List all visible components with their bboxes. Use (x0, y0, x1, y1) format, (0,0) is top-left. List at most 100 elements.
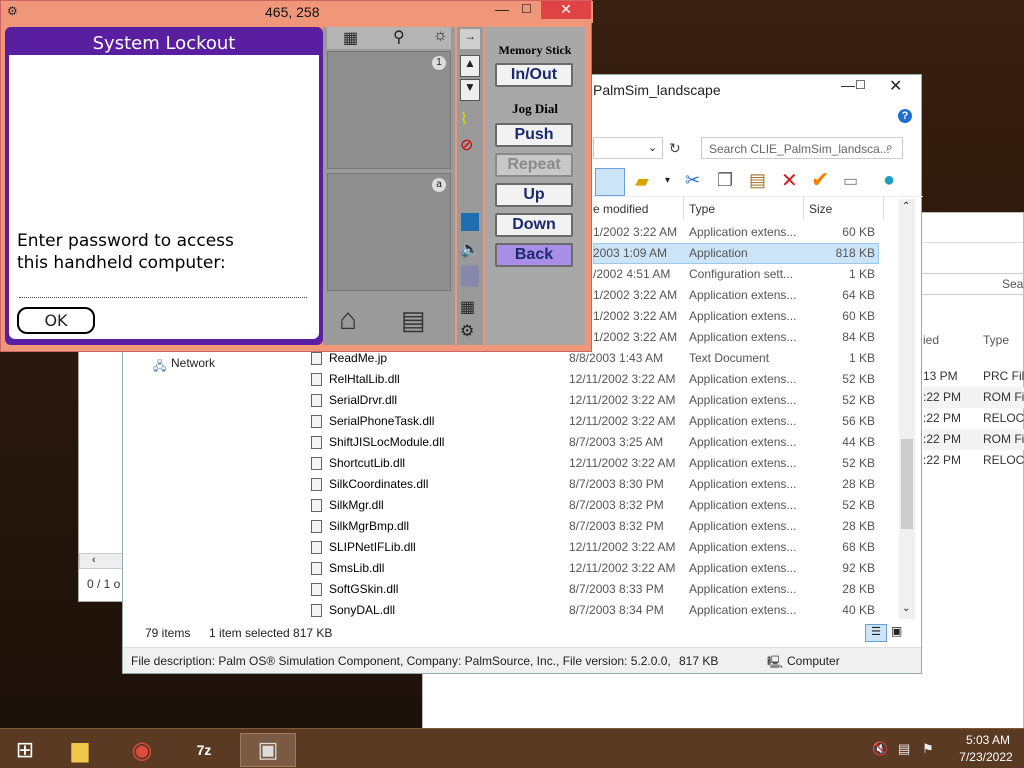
cell-name[interactable]: SonyDAL.dll (329, 600, 395, 621)
settings-icon[interactable]: ⚙ (460, 321, 474, 341)
table-row[interactable]: ShiftJISLocModule.dll 8/7/2003 3:25 AM App… (123, 432, 903, 453)
speaker-icon[interactable]: 🔈 (460, 239, 480, 259)
speaker-muted-icon[interactable]: 🔇 (872, 741, 888, 757)
paste-icon[interactable]: ▤ (749, 170, 766, 191)
search-input[interactable]: Search CLIE_PalmSim_landsca... ⌕ (701, 137, 903, 159)
home-icon[interactable]: ⌂ (339, 303, 357, 337)
cut-icon[interactable]: ✂ (685, 170, 700, 191)
cell-name[interactable]: SoftGSkin.dll (329, 579, 398, 600)
table-row[interactable]: :22 PM RELOC F (923, 450, 1024, 471)
maximize-icon[interactable]: ☐ (855, 78, 866, 92)
table-row[interactable]: SilkMgrBmp.dll 8/7/2003 8:32 PM Applicatio… (123, 516, 903, 537)
cell-name[interactable]: SilkCoordinates.dll (329, 474, 428, 495)
graffiti-numbers-area[interactable]: a (327, 173, 451, 291)
close-icon[interactable]: ✕ (889, 76, 902, 96)
view-pane-icon[interactable] (595, 168, 625, 196)
cell-name[interactable]: RelHtalLib.dll (329, 369, 400, 390)
file-explorer-icon[interactable]: ▆ (56, 733, 104, 767)
check-icon[interactable]: ✔ (811, 167, 829, 193)
table-row[interactable]: SilkMgr.dll 8/7/2003 8:32 PM Application e… (123, 495, 903, 516)
password-input[interactable] (19, 297, 307, 298)
rename-icon[interactable]: ▭ (843, 171, 858, 191)
scroll-left-icon[interactable]: ‹ (92, 554, 96, 566)
minimize-icon[interactable]: — (841, 77, 855, 93)
jog-icon[interactable]: ⌇ (460, 109, 468, 129)
grid-icon[interactable]: ▦ (460, 297, 475, 317)
minimize-icon[interactable]: — (495, 1, 509, 17)
calculator-icon[interactable]: ▦ (343, 28, 358, 48)
table-row[interactable]: SmsLib.dll 12/11/2002 3:22 AM Application … (123, 558, 903, 579)
in-out-button[interactable]: In/Out (495, 63, 573, 87)
clock-date[interactable]: 7/23/2022 (952, 750, 1020, 764)
clock-time[interactable]: 5:03 AM (956, 733, 1020, 747)
table-row[interactable]: :22 PM ROM Fil (923, 429, 1024, 450)
search-icon[interactable]: ⌕ (886, 140, 893, 155)
back-button[interactable]: Back (495, 243, 573, 267)
7zip-icon[interactable]: 7z (180, 733, 228, 767)
flag-icon[interactable]: ⚑ (922, 741, 934, 757)
network-status-icon[interactable]: ▤ (898, 741, 910, 757)
large-icons-view-icon[interactable]: ▣ (891, 624, 902, 638)
chevron-down-icon[interactable]: ⌄ (648, 141, 657, 154)
delete-icon[interactable]: ✕ (781, 168, 798, 193)
horizontal-scrollbar[interactable]: ‹ (79, 553, 123, 569)
refresh-icon[interactable]: ↻ (669, 140, 681, 157)
palm-sim-taskbar-icon[interactable]: ▣ (240, 733, 296, 767)
table-row[interactable]: 13 PM PRC File (923, 366, 1024, 387)
table-row[interactable]: ShortcutLib.dll 12/11/2002 3:22 AM Applica… (123, 453, 903, 474)
vertical-scrollbar[interactable]: ⌃ ⌄ (899, 199, 915, 619)
copy-icon[interactable]: ❐ (717, 170, 733, 191)
table-row[interactable]: :22 PM RELOC F (923, 408, 1024, 429)
cell-name[interactable]: SerialDrvr.dll (329, 390, 397, 411)
column-header-size[interactable]: Size (809, 202, 832, 216)
table-row[interactable]: RelHtalLib.dll 12/11/2002 3:22 AM Applicat… (123, 369, 903, 390)
ok-button[interactable]: OK (17, 307, 95, 334)
maximize-icon[interactable]: ☐ (521, 2, 532, 16)
search-input-partial[interactable]: Sear (921, 273, 1024, 295)
scroll-thumb[interactable] (901, 439, 913, 529)
cell-name[interactable]: SilkMgr.dll (329, 495, 384, 516)
table-row[interactable]: SoftGSkin.dll 8/7/2003 8:33 PM Application… (123, 579, 903, 600)
menu-icon[interactable]: ▤ (401, 305, 426, 336)
cell-name[interactable]: SLIPNetIFLib.dll (329, 537, 416, 558)
cell-name[interactable]: ShiftJISLocModule.dll (329, 432, 444, 453)
scroll-down-icon[interactable]: ⌄ (902, 603, 910, 614)
column-header-type[interactable]: Type (983, 333, 1009, 347)
help-icon[interactable]: ? (898, 109, 912, 123)
folder-icon[interactable]: ▰ (635, 171, 649, 192)
table-row[interactable]: :22 PM ROM Fil (923, 387, 1024, 408)
no-connect-icon[interactable]: ⊘ (460, 135, 473, 155)
push-button[interactable]: Push (495, 123, 573, 147)
column-header-modified[interactable]: e modified (593, 202, 648, 216)
close-icon[interactable]: ✕ (541, 1, 591, 19)
chrome-icon[interactable]: ◉ (118, 733, 166, 767)
chevron-down-icon[interactable]: ▾ (665, 175, 670, 186)
table-row[interactable]: SonyDAL.dll 8/7/2003 8:34 PM Application e… (123, 600, 903, 621)
address-bar[interactable]: ⌄ (593, 137, 663, 159)
cell-name[interactable]: ShortcutLib.dll (329, 453, 405, 474)
graffiti-area[interactable]: ▦ ⚲ ☼ 1 a ⌂ ▤ (323, 27, 455, 345)
brightness-icon[interactable]: ☼ (433, 27, 448, 45)
table-row[interactable]: SerialDrvr.dll 12/11/2002 3:22 AM Applicat… (123, 390, 903, 411)
cell-name[interactable]: SilkMgrBmp.dll (329, 516, 409, 537)
up-button[interactable]: Up (495, 183, 573, 207)
scroll-up-icon[interactable]: ▲ (460, 55, 480, 77)
table-row[interactable]: SLIPNetIFLib.dll 12/11/2002 3:22 AM Applic… (123, 537, 903, 558)
repeat-button[interactable]: Repeat (495, 153, 573, 177)
cell-name[interactable]: SmsLib.dll (329, 558, 384, 579)
column-header-type[interactable]: Type (689, 202, 715, 216)
start-windows-icon[interactable]: ⊞ (0, 733, 50, 767)
arrow-right-icon[interactable]: → (460, 29, 480, 49)
table-row[interactable]: SilkCoordinates.dll 8/7/2003 8:30 PM Appli… (123, 474, 903, 495)
search-icon[interactable]: ⚲ (393, 27, 405, 47)
window-icon[interactable] (461, 213, 479, 231)
scroll-up-icon[interactable]: ⌃ (902, 201, 910, 212)
globe-icon[interactable]: ● (883, 169, 895, 192)
details-view-icon[interactable]: ☰ (865, 624, 887, 642)
column-header-modified[interactable]: ied (923, 333, 939, 347)
table-row[interactable]: SerialPhoneTask.dll 12/11/2002 3:22 AM App… (123, 411, 903, 432)
graffiti-letters-area[interactable]: 1 (327, 51, 451, 169)
cell-name[interactable]: SerialPhoneTask.dll (329, 411, 434, 432)
scroll-down-icon[interactable]: ▼ (460, 79, 480, 101)
down-button[interactable]: Down (495, 213, 573, 237)
